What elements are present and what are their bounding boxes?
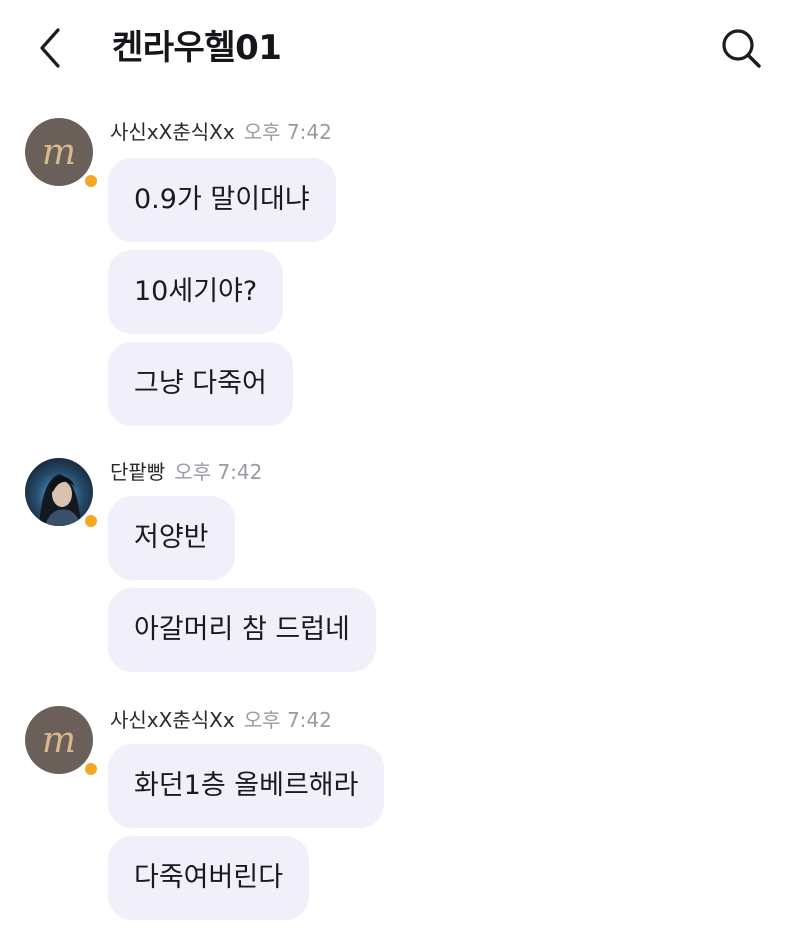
monogram-m-avatar-icon: m <box>25 706 93 774</box>
message-bubble[interactable]: 0.9가 말이대냐 <box>108 158 336 242</box>
chevron-left-icon <box>40 28 60 68</box>
message-meta: 단팥빵 오후 7:42 <box>110 456 262 488</box>
message-bubble[interactable]: 다죽여버린다 <box>108 836 310 920</box>
search-button[interactable] <box>716 24 766 72</box>
chat-header: 켄라우헬01 <box>0 0 800 96</box>
message-meta: 사신xX춘식Xx 오후 7:42 <box>110 116 332 148</box>
message-bubble[interactable]: 아갈머리 참 드럽네 <box>108 588 376 672</box>
sender-name: 사신xX춘식Xx <box>110 120 235 144</box>
avatar[interactable]: m <box>25 118 99 189</box>
message-bubble[interactable]: 10세기야? <box>108 250 284 334</box>
online-status-dot <box>83 173 99 189</box>
character-portrait-avatar-icon <box>25 458 93 526</box>
avatar[interactable]: m <box>25 706 99 777</box>
svg-text:m: m <box>42 132 76 173</box>
search-icon <box>722 29 761 68</box>
avatar[interactable] <box>25 458 99 529</box>
message-time: 오후 7:42 <box>174 460 263 484</box>
sender-name: 단팥빵 <box>110 460 166 484</box>
message-time: 오후 7:42 <box>243 120 332 144</box>
online-status-dot <box>83 761 99 777</box>
message-bubble[interactable]: 그냥 다죽어 <box>108 342 293 426</box>
message-meta: 사신xX춘식Xx 오후 7:42 <box>110 704 332 736</box>
message-bubble[interactable]: 저양반 <box>108 496 235 580</box>
message-time: 오후 7:42 <box>243 708 332 732</box>
chat-room-title: 켄라우헬01 <box>112 28 282 68</box>
message-bubble[interactable]: 화던1층 올베르해라 <box>108 744 385 828</box>
monogram-m-avatar-icon: m <box>25 118 93 186</box>
sender-name: 사신xX춘식Xx <box>110 708 235 732</box>
back-button[interactable] <box>30 24 74 72</box>
svg-text:m: m <box>42 720 76 761</box>
online-status-dot <box>83 513 99 529</box>
